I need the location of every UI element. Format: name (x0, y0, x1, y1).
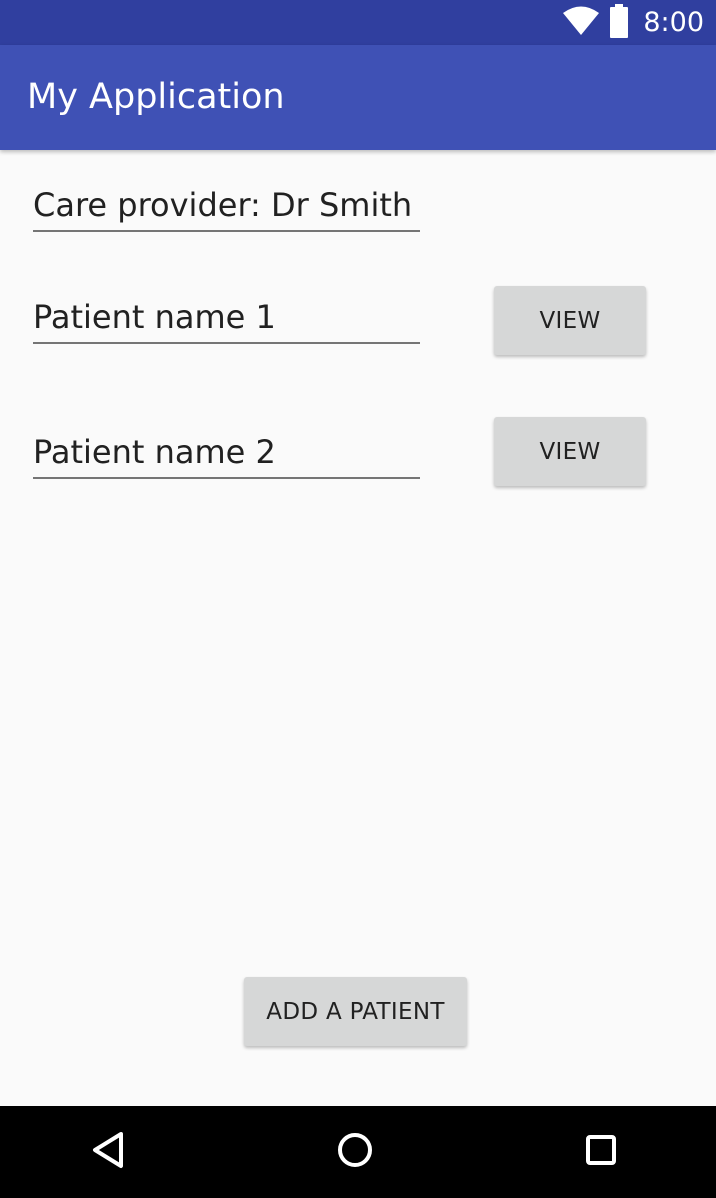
home-button[interactable] (305, 1106, 405, 1198)
back-button[interactable] (58, 1106, 158, 1198)
battery-icon (609, 3, 629, 42)
recents-button[interactable] (551, 1106, 651, 1198)
status-bar: 8:00 (0, 0, 716, 45)
status-time: 8:00 (643, 7, 704, 38)
app-bar: My Application (0, 45, 716, 150)
wifi-icon (563, 6, 600, 40)
back-icon (91, 1131, 125, 1173)
view-patient-1-button[interactable]: VIEW (494, 286, 646, 355)
status-icons: 8:00 (563, 0, 704, 45)
navigation-bar (0, 1106, 716, 1198)
home-icon (337, 1132, 373, 1172)
view-patient-2-button[interactable]: VIEW (494, 417, 646, 486)
patient-name-field-2[interactable]: Patient name 2 (33, 433, 420, 479)
recents-icon (585, 1134, 617, 1170)
care-provider-field[interactable]: Care provider: Dr Smith (33, 186, 420, 232)
add-patient-button[interactable]: ADD A PATIENT (244, 977, 467, 1046)
app-screen: 8:00 My Application Care provider: Dr Sm… (0, 0, 716, 1198)
app-title: My Application (27, 77, 285, 117)
patient-name-field-1[interactable]: Patient name 1 (33, 298, 420, 344)
